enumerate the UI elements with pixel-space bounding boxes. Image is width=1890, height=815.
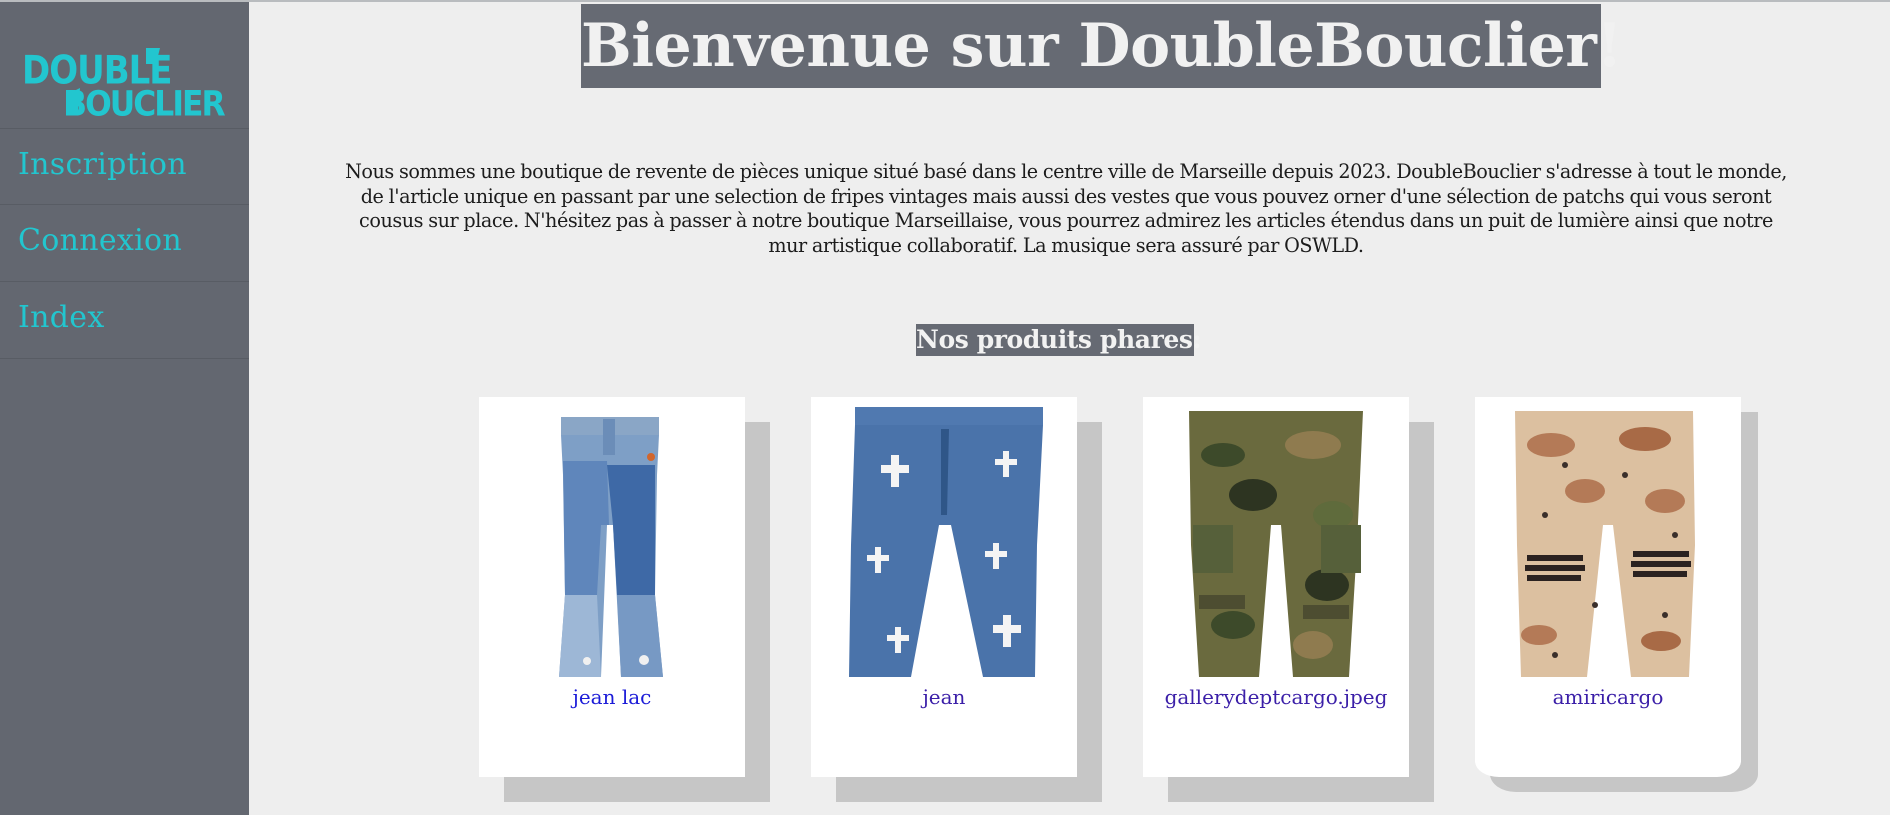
- intro-paragraph: Nous sommes une boutique de revente de p…: [345, 160, 1787, 257]
- camo-cargo-pants-image[interactable]: [1143, 405, 1409, 681]
- nav-connexion[interactable]: Connexion: [0, 204, 249, 280]
- nav-index[interactable]: Index: [0, 281, 249, 357]
- nav-inscription[interactable]: Inscription: [0, 128, 249, 204]
- patchwork-flared-jeans-image[interactable]: [479, 405, 745, 681]
- product-label[interactable]: gallerydeptcargo.jpeg: [1143, 685, 1409, 709]
- page-title: Bienvenue sur DoubleBouclier!: [581, 4, 1623, 88]
- product-card-gallerydeptcargo[interactable]: gallerydeptcargo.jpeg: [1143, 397, 1409, 777]
- product-label[interactable]: jean: [811, 685, 1077, 709]
- logo-line2: BOUCLIER: [63, 83, 225, 120]
- nav-connexion-label[interactable]: Connexion: [18, 223, 182, 258]
- product-card-jean[interactable]: jean: [811, 397, 1077, 777]
- top-border: [0, 0, 1890, 2]
- sidebar: DOUBLE BOUCLIER Inscription Connexion In…: [0, 2, 249, 815]
- product-card-jean-lac[interactable]: jean lac: [479, 397, 745, 777]
- doublebouclier-logo[interactable]: DOUBLE BOUCLIER: [22, 42, 226, 120]
- desert-camo-ripped-pants-image[interactable]: [1475, 405, 1741, 681]
- product-card-amiricargo[interactable]: amiricargo: [1475, 397, 1741, 777]
- nav-inscription-label[interactable]: Inscription: [18, 147, 187, 182]
- products-heading: Nos produits phares:: [916, 324, 1202, 356]
- cross-patch-jeans-image[interactable]: [811, 405, 1077, 681]
- sidebar-divider: [0, 358, 249, 359]
- product-label[interactable]: jean lac: [479, 685, 745, 709]
- product-label[interactable]: amiricargo: [1475, 685, 1741, 709]
- nav-index-label[interactable]: Index: [18, 300, 105, 335]
